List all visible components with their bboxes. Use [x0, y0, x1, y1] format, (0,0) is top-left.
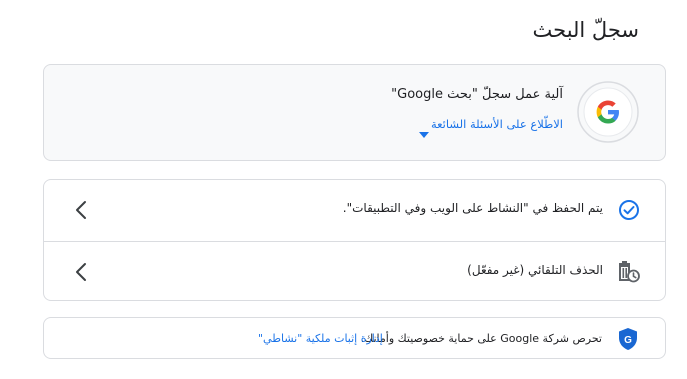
web-app-activity-row[interactable]: يتم الحفظ في "النشاط على الويب وفي التطب… [44, 180, 665, 241]
chevron-left-icon[interactable] [74, 199, 88, 221]
google-g-logo-icon [577, 81, 639, 143]
chevron-left-icon[interactable] [74, 261, 88, 283]
auto-delete-label: الحذف التلقائي (غير مفعّل) [467, 263, 603, 277]
svg-text:G: G [624, 335, 632, 346]
web-app-activity-label: يتم الحفظ في "النشاط على الويب وفي التطب… [342, 201, 603, 215]
privacy-statement: تحرص شركة Google على حماية خصوصيتك وأمان… [360, 332, 602, 345]
caret-down-icon[interactable] [419, 124, 429, 138]
info-card-title: آلية عمل سجلّ "بحث Google" [391, 87, 563, 102]
auto-delete-icon [617, 260, 641, 284]
privacy-card: G تحرص شركة Google على حماية خصوصيتك وأم… [43, 317, 666, 359]
check-circle-icon [617, 198, 641, 222]
manage-verification-link[interactable]: إدارة إثبات ملكية "نشاطي" [258, 332, 383, 345]
history-settings-card: يتم الحفظ في "النشاط على الويب وفي التطب… [43, 179, 666, 301]
faq-link[interactable]: الاطّلاع على الأسئلة الشائعة [431, 117, 563, 131]
search-history-info-card: آلية عمل سجلّ "بحث Google" الاطّلاع على … [43, 64, 666, 161]
shield-google-icon: G [618, 327, 638, 351]
auto-delete-row[interactable]: الحذف التلقائي (غير مفعّل) [44, 241, 665, 303]
page-title: سجلّ البحث [532, 18, 639, 42]
